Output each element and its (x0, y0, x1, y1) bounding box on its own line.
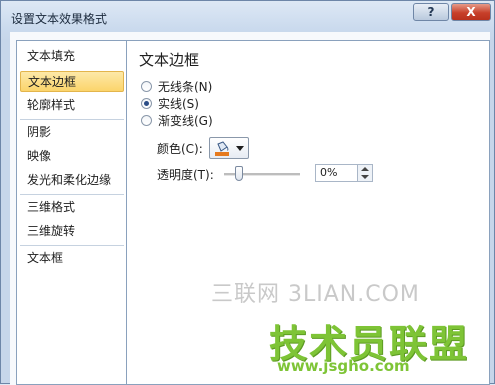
category-sidebar: 文本填充 文本边框 轮廓样式 阴影 映像 发光和柔化边缘 三维格式 三维旋转 文… (16, 40, 128, 385)
sidebar-divider (20, 119, 124, 120)
sidebar-divider (20, 194, 124, 195)
paint-bucket-icon (215, 141, 229, 156)
watermark-url: www.jsgho.com (277, 357, 410, 375)
gradient-line-radio[interactable] (141, 115, 152, 126)
sidebar-item-outline-style[interactable]: 轮廓样式 (20, 95, 124, 116)
sidebar-divider (20, 245, 124, 246)
chevron-down-icon (236, 146, 244, 151)
spinner-buttons (357, 165, 372, 181)
sidebar-item-text-border[interactable]: 文本边框 (20, 71, 124, 92)
sidebar-item-reflection[interactable]: 映像 (20, 146, 124, 167)
transparency-value[interactable]: 0% (320, 166, 337, 179)
close-button[interactable]: X (451, 3, 491, 21)
panel-title: 文本边框 (139, 51, 200, 69)
transparency-slider-thumb[interactable] (235, 166, 243, 181)
gradient-line-label: 渐变线(G) (158, 114, 213, 128)
no-line-radio[interactable] (141, 81, 152, 92)
sidebar-item-glow-soft-edges[interactable]: 发光和柔化边缘 (20, 170, 124, 191)
no-line-label: 无线条(N) (158, 80, 213, 94)
solid-line-label: 实线(S) (158, 97, 199, 111)
sidebar-item-shadow[interactable]: 阴影 (20, 122, 124, 143)
sidebar-item-text-fill[interactable]: 文本填充 (20, 46, 124, 67)
title-bar[interactable]: 设置文本效果格式 ? X (1, 1, 494, 31)
dialog-title: 设置文本效果格式 (11, 12, 108, 26)
sidebar-item-3d-rotation[interactable]: 三维旋转 (20, 221, 124, 242)
spin-up-icon[interactable] (361, 167, 369, 171)
watermark-3lian: 三联网 3LIAN.COM (211, 282, 420, 307)
help-button[interactable]: ? (413, 3, 449, 21)
spin-down-icon[interactable] (361, 175, 369, 179)
dialog-window: 设置文本效果格式 ? X 文本填充 文本边框 轮廓样式 阴影 映像 发光和柔化边… (0, 0, 495, 385)
transparency-label: 透明度(T): (157, 168, 214, 182)
solid-line-radio[interactable] (141, 98, 152, 109)
color-picker-button[interactable] (209, 137, 249, 159)
sidebar-item-3d-format[interactable]: 三维格式 (20, 197, 124, 218)
sidebar-item-text-box[interactable]: 文本框 (20, 248, 124, 269)
color-label: 颜色(C): (157, 142, 203, 156)
transparency-spinner[interactable]: 0% (315, 164, 373, 182)
